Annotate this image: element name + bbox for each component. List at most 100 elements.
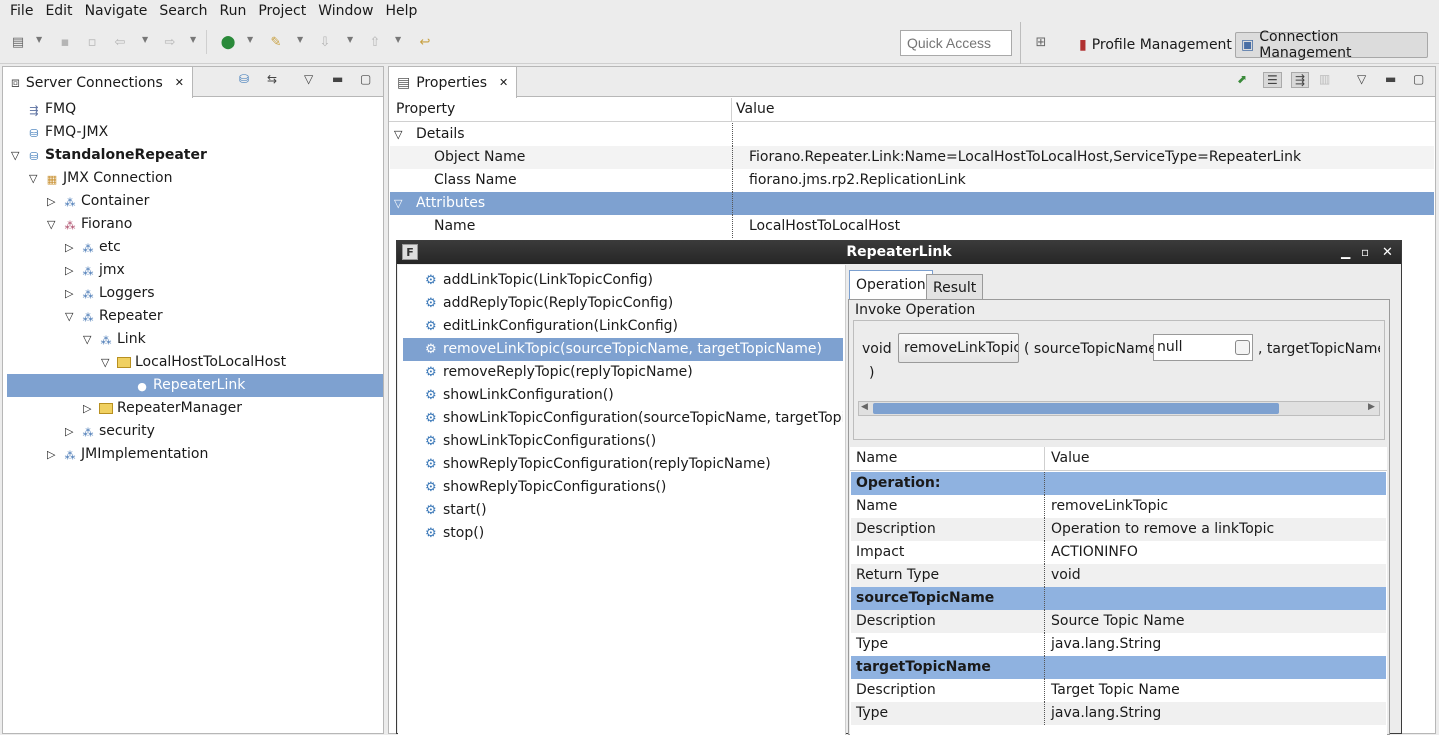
- collapse-arrow-icon[interactable]: ▽: [47, 213, 55, 236]
- scroll-right-icon[interactable]: ▶: [1368, 402, 1375, 412]
- show-advanced-icon[interactable]: ⇶: [1291, 72, 1310, 88]
- column-header-name[interactable]: Name: [856, 450, 897, 466]
- add-server-icon[interactable]: ⛁: [239, 72, 249, 86]
- new-dropdown-icon[interactable]: ▼: [36, 35, 42, 44]
- tree-node-security[interactable]: ▷ ⁂ security: [3, 420, 379, 443]
- tab-server-connections[interactable]: ⧈ Server Connections ✕: [3, 67, 193, 98]
- tree-node-jmx-connection[interactable]: ▽ ▦ JMX Connection: [3, 167, 379, 190]
- expand-arrow-icon[interactable]: ▷: [65, 420, 73, 443]
- tree-node-jmimplementation[interactable]: ▷ ⁂ JMImplementation: [3, 443, 379, 466]
- tree-node-fmq-jmx[interactable]: ⛁ FMQ-JMX: [3, 121, 379, 144]
- close-icon[interactable]: ✕: [499, 76, 508, 89]
- link-editor-icon[interactable]: ⇆: [267, 72, 277, 86]
- operation-item[interactable]: ⚙ showLinkConfiguration(): [403, 384, 843, 407]
- invoke-button[interactable]: removeLinkTopic: [898, 333, 1019, 363]
- next-dropdown-icon[interactable]: ▼: [347, 35, 353, 44]
- details-section-header[interactable]: targetTopicName: [851, 656, 1386, 679]
- menu-edit[interactable]: Edit: [39, 0, 78, 22]
- maximize-icon[interactable]: ▢: [1413, 72, 1424, 86]
- minimize-icon[interactable]: ▁: [1341, 241, 1350, 264]
- menu-navigate[interactable]: Navigate: [79, 0, 154, 22]
- view-menu-icon[interactable]: ▽: [1357, 72, 1366, 86]
- maximize-icon[interactable]: ▢: [360, 72, 371, 86]
- tab-result[interactable]: Result: [926, 274, 984, 300]
- details-row[interactable]: Description Target Topic Name: [851, 679, 1386, 702]
- details-row[interactable]: Type java.lang.String: [851, 633, 1386, 656]
- connect-icon[interactable]: ⬤: [218, 32, 238, 52]
- collapse-arrow-icon[interactable]: ▽: [29, 167, 37, 190]
- expand-arrow-icon[interactable]: ▷: [65, 282, 73, 305]
- tree-node-container[interactable]: ▷ ⁂ Container: [3, 190, 379, 213]
- save-icon[interactable]: ▪: [55, 32, 75, 52]
- expand-arrow-icon[interactable]: ▷: [47, 190, 55, 213]
- close-icon[interactable]: ✕: [1382, 241, 1393, 264]
- pin-icon[interactable]: ⬈: [1237, 72, 1247, 86]
- details-row[interactable]: Impact ACTIONINFO: [851, 541, 1386, 564]
- property-row-details[interactable]: ▽ Details: [390, 123, 1434, 146]
- tree-node-repeatermanager[interactable]: ▷ RepeaterManager: [3, 397, 379, 420]
- show-categories-icon[interactable]: ☰: [1263, 72, 1282, 88]
- expand-arrow-icon[interactable]: ▷: [65, 259, 73, 282]
- open-perspective-icon[interactable]: ⊞: [1031, 32, 1051, 52]
- scroll-left-icon[interactable]: ◀: [861, 402, 868, 412]
- scrollbar-thumb[interactable]: [873, 403, 1279, 414]
- tree-node-etc[interactable]: ▷ ⁂ etc: [3, 236, 379, 259]
- operation-item[interactable]: ⚙ removeReplyTopic(replyTopicName): [403, 361, 843, 384]
- print-icon[interactable]: ▫: [82, 32, 102, 52]
- collapse-arrow-icon[interactable]: ▽: [394, 123, 402, 146]
- minimize-icon[interactable]: ▬: [1385, 72, 1396, 86]
- property-row-name[interactable]: Name LocalHostToLocalHost: [390, 215, 1434, 238]
- collapse-arrow-icon[interactable]: ▽: [101, 351, 109, 374]
- tree-node-standalonerepeater[interactable]: ▽ ⛁ StandaloneRepeater: [3, 144, 379, 167]
- tree-node-loggers[interactable]: ▷ ⁂ Loggers: [3, 282, 379, 305]
- tools-dropdown-icon[interactable]: ▼: [297, 35, 303, 44]
- operation-item[interactable]: ⚙ showReplyTopicConfiguration(replyTopicN…: [403, 453, 843, 476]
- expand-arrow-icon[interactable]: ▷: [65, 236, 73, 259]
- tree-node-link[interactable]: ▽ ⁂ Link: [3, 328, 379, 351]
- view-menu-icon[interactable]: ▽: [304, 72, 313, 86]
- tree-node-jmx[interactable]: ▷ ⁂ jmx: [3, 259, 379, 282]
- tree-node-repeater[interactable]: ▽ ⁂ Repeater: [3, 305, 379, 328]
- tab-properties[interactable]: ▤ Properties ✕: [389, 67, 518, 98]
- dialog-title-bar[interactable]: F RepeaterLink ▁ ▫ ✕: [397, 241, 1401, 264]
- new-icon[interactable]: ▤: [8, 32, 28, 52]
- menu-file[interactable]: File: [4, 0, 39, 22]
- tree-node-fiorano[interactable]: ▽ ⁂ Fiorano: [3, 213, 379, 236]
- operation-item[interactable]: ⚙ addLinkTopic(LinkTopicConfig): [403, 269, 843, 292]
- next-annotation-icon[interactable]: ⇩: [315, 32, 335, 52]
- operation-item[interactable]: ⚙ showReplyTopicConfigurations(): [403, 476, 843, 499]
- menu-help[interactable]: Help: [379, 0, 423, 22]
- prev-annotation-icon[interactable]: ⇧: [365, 32, 385, 52]
- perspective-connection-management[interactable]: ▣ Connection Management: [1235, 29, 1428, 61]
- operation-item[interactable]: ⚙ start(): [403, 499, 843, 522]
- menu-search[interactable]: Search: [153, 0, 213, 22]
- property-row-class-name[interactable]: Class Name fiorano.jms.rp2.ReplicationLin…: [390, 169, 1434, 192]
- tree-node-localhosttolocalhost[interactable]: ▽ LocalHostToLocalHost: [3, 351, 379, 374]
- operation-item[interactable]: ⚙ showLinkTopicConfiguration(sourceTopicN…: [403, 407, 843, 430]
- quick-access-input[interactable]: [900, 30, 1012, 56]
- details-row[interactable]: Return Type void: [851, 564, 1386, 587]
- tree-node-repeaterlink[interactable]: ● RepeaterLink: [7, 374, 383, 397]
- menu-project[interactable]: Project: [252, 0, 312, 22]
- perspective-profile-management[interactable]: ▮ Profile Management: [1074, 32, 1237, 58]
- source-topic-input[interactable]: null: [1153, 334, 1253, 361]
- collapse-arrow-icon[interactable]: ▽: [11, 144, 19, 167]
- tree-node-fmq[interactable]: ⇶ FMQ: [3, 98, 379, 121]
- details-row[interactable]: Name removeLinkTopic: [851, 495, 1386, 518]
- details-row[interactable]: Description Operation to remove a linkTop…: [851, 518, 1386, 541]
- tools-icon[interactable]: ✎: [266, 32, 286, 52]
- connect-dropdown-icon[interactable]: ▼: [247, 35, 253, 44]
- column-header-value[interactable]: Value: [736, 101, 774, 117]
- details-section-header[interactable]: Operation:: [851, 472, 1386, 495]
- forward-dropdown-icon[interactable]: ▼: [190, 35, 196, 44]
- operation-item[interactable]: ⚙ stop(): [403, 522, 843, 545]
- tab-operation[interactable]: Operation: [849, 270, 933, 300]
- column-header-value[interactable]: Value: [1051, 450, 1089, 466]
- last-edit-icon[interactable]: ↩: [415, 32, 435, 52]
- expand-arrow-icon[interactable]: ▷: [47, 443, 55, 466]
- collapse-arrow-icon[interactable]: ▽: [83, 328, 91, 351]
- details-section-header[interactable]: sourceTopicName: [851, 587, 1386, 610]
- operation-item[interactable]: ⚙ addReplyTopic(ReplyTopicConfig): [403, 292, 843, 315]
- collapse-arrow-icon[interactable]: ▽: [65, 305, 73, 328]
- horizontal-scrollbar[interactable]: ◀ ▶: [858, 401, 1380, 416]
